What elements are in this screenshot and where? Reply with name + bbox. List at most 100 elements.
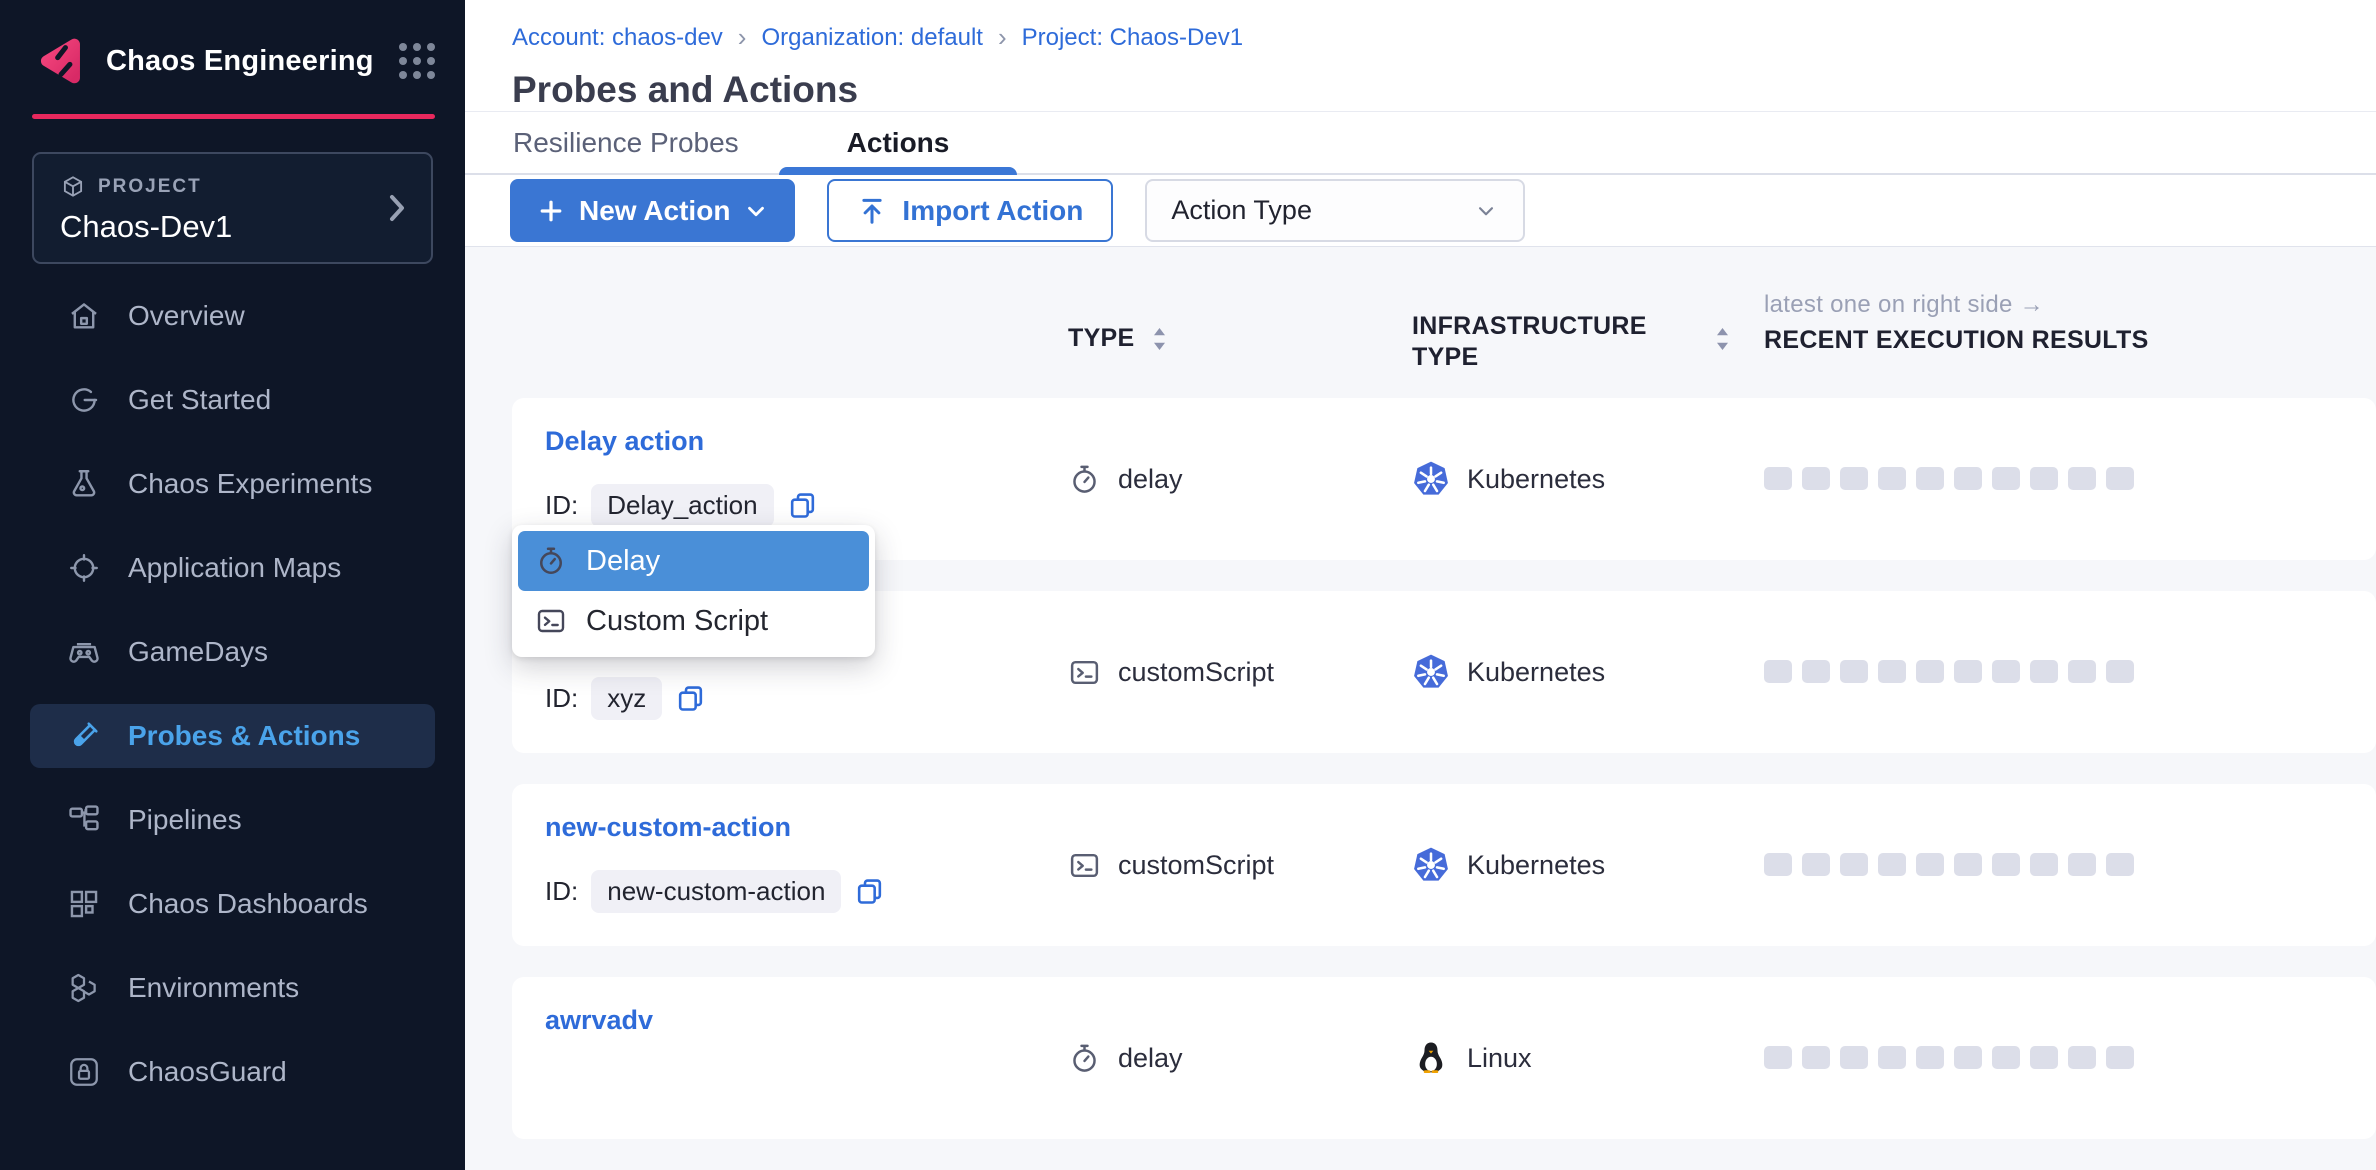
action-name-link[interactable]: new-custom-action xyxy=(545,812,791,843)
brand-divider xyxy=(32,114,435,119)
sidebar-item-label: Chaos Experiments xyxy=(128,468,372,500)
execution-result-pill xyxy=(2030,467,2058,490)
execution-result-pill xyxy=(1840,1046,1868,1069)
execution-result-pill xyxy=(1878,853,1906,876)
kubernetes-icon xyxy=(1412,653,1450,691)
execution-result-pill xyxy=(1916,1046,1944,1069)
type-cell: customScript xyxy=(1068,784,1274,946)
recent-execution-results xyxy=(1764,467,2134,490)
id-label: ID: xyxy=(545,683,578,714)
sidebar-item-get-started[interactable]: Get Started xyxy=(30,368,435,432)
breadcrumb-project-link[interactable]: Project: Chaos-Dev1 xyxy=(1022,24,1243,52)
flask-icon xyxy=(67,467,101,501)
execution-result-pill xyxy=(1764,660,1792,683)
sidebar-item-environments[interactable]: Environments xyxy=(30,956,435,1020)
execution-result-pill xyxy=(1764,853,1792,876)
tab-actions[interactable]: Actions xyxy=(779,112,1018,173)
action-type-value: Action Type xyxy=(1171,195,1312,226)
table-header: TYPE INFRASTRUCTURE TYPE latest one on r… xyxy=(465,247,2376,398)
id-label: ID: xyxy=(545,490,578,521)
sidebar-item-overview[interactable]: Overview xyxy=(30,284,435,348)
sort-icon[interactable] xyxy=(1151,325,1168,353)
new-action-dropdown: Delay Custom Script xyxy=(512,525,875,657)
gamepad-icon xyxy=(67,635,101,669)
execution-result-pill xyxy=(1992,660,2020,683)
execution-result-pill xyxy=(1992,467,2020,490)
column-header-recent-executions: latest one on right side → RECENT EXECUT… xyxy=(1764,291,2149,355)
dashboard-icon xyxy=(67,887,101,921)
tab-resilience-probes[interactable]: Resilience Probes xyxy=(473,112,779,173)
chevron-down-icon xyxy=(1473,198,1499,224)
dropdown-item-custom-script[interactable]: Custom Script xyxy=(518,591,869,651)
recent-execution-results xyxy=(1764,853,2134,876)
infrastructure-value: Kubernetes xyxy=(1467,464,1605,495)
copy-icon[interactable] xyxy=(787,490,818,521)
app-grid-icon[interactable] xyxy=(399,43,435,79)
action-name-link[interactable]: awrvadv xyxy=(545,1005,653,1036)
actions-table: TYPE INFRASTRUCTURE TYPE latest one on r… xyxy=(465,247,2376,1170)
dropdown-item-delay[interactable]: Delay xyxy=(518,531,869,591)
action-id-pill: xyz xyxy=(591,677,662,720)
sidebar-item-pipelines[interactable]: Pipelines xyxy=(30,788,435,852)
sidebar-item-probes-actions[interactable]: Probes & Actions xyxy=(30,704,435,768)
column-header-type: TYPE xyxy=(1068,324,1135,353)
sidebar-item-application-maps[interactable]: Application Maps xyxy=(30,536,435,600)
recent-execution-results xyxy=(1764,660,2134,683)
project-selector[interactable]: PROJECT Chaos-Dev1 xyxy=(32,152,433,264)
hexagons-icon xyxy=(67,971,101,1005)
test-tube-icon xyxy=(67,719,101,753)
breadcrumb-organization-link[interactable]: Organization: default xyxy=(761,24,982,52)
dropdown-item-label: Delay xyxy=(586,545,660,578)
sidebar-item-label: Probes & Actions xyxy=(128,720,360,752)
recent-execution-results xyxy=(1764,1046,2134,1069)
execution-result-pill xyxy=(1878,467,1906,490)
execution-result-pill xyxy=(1764,467,1792,490)
sidebar-item-label: Chaos Dashboards xyxy=(128,888,368,920)
sidebar-item-label: Application Maps xyxy=(128,552,341,584)
execution-result-pill xyxy=(1992,853,2020,876)
action-id-row: ID: Delay_action xyxy=(545,484,818,527)
tabs: Resilience Probes Actions xyxy=(465,112,2376,175)
action-row: new-custom-action ID: new-custom-action … xyxy=(512,784,2376,946)
type-cell: delay xyxy=(1068,398,1183,560)
copy-icon[interactable] xyxy=(675,683,706,714)
id-label: ID: xyxy=(545,876,578,907)
execution-result-pill xyxy=(2068,467,2096,490)
type-cell: customScript xyxy=(1068,591,1274,753)
infrastructure-value: Linux xyxy=(1467,1043,1532,1074)
import-action-button[interactable]: Import Action xyxy=(827,179,1113,242)
lock-icon xyxy=(67,1055,101,1089)
sidebar-item-label: Get Started xyxy=(128,384,271,416)
sidebar-item-chaos-dashboards[interactable]: Chaos Dashboards xyxy=(30,872,435,936)
sidebar-item-label: Environments xyxy=(128,972,299,1004)
action-id-row: ID: new-custom-action xyxy=(545,870,885,913)
execution-result-pill xyxy=(1802,853,1830,876)
home-icon xyxy=(67,299,101,333)
type-value: customScript xyxy=(1118,850,1274,881)
action-name-link[interactable]: Delay action xyxy=(545,426,704,457)
sort-icon[interactable] xyxy=(1714,325,1731,353)
sidebar-item-gamedays[interactable]: GameDays xyxy=(30,620,435,684)
sidebar-nav: Overview Get Started Chaos Experiments xyxy=(0,284,465,1104)
sidebar-item-chaos-experiments[interactable]: Chaos Experiments xyxy=(30,452,435,516)
stopwatch-icon xyxy=(1068,463,1101,496)
column-header-infrastructure-type: INFRASTRUCTURE TYPE xyxy=(1412,311,1647,373)
execution-result-pill xyxy=(2068,1046,2096,1069)
copy-icon[interactable] xyxy=(854,876,885,907)
stopwatch-icon xyxy=(1068,1042,1101,1075)
action-type-select[interactable]: Action Type xyxy=(1145,179,1525,242)
harness-chaos-logo-icon xyxy=(32,34,90,88)
infrastructure-value: Kubernetes xyxy=(1467,657,1605,688)
infrastructure-cell: Linux xyxy=(1412,977,1532,1139)
pipeline-icon xyxy=(67,803,101,837)
crosshair-icon xyxy=(67,551,101,585)
sidebar-item-chaosguard[interactable]: ChaosGuard xyxy=(30,1040,435,1104)
breadcrumb-account-link[interactable]: Account: chaos-dev xyxy=(512,24,723,52)
execution-result-pill xyxy=(2106,1046,2134,1069)
new-action-button[interactable]: New Action xyxy=(510,179,795,242)
kubernetes-icon xyxy=(1412,460,1450,498)
execution-result-pill xyxy=(2106,660,2134,683)
plus-icon xyxy=(536,196,566,226)
action-row: awrvadv delay Linu xyxy=(512,977,2376,1139)
brand-row: Chaos Engineering xyxy=(0,0,465,88)
